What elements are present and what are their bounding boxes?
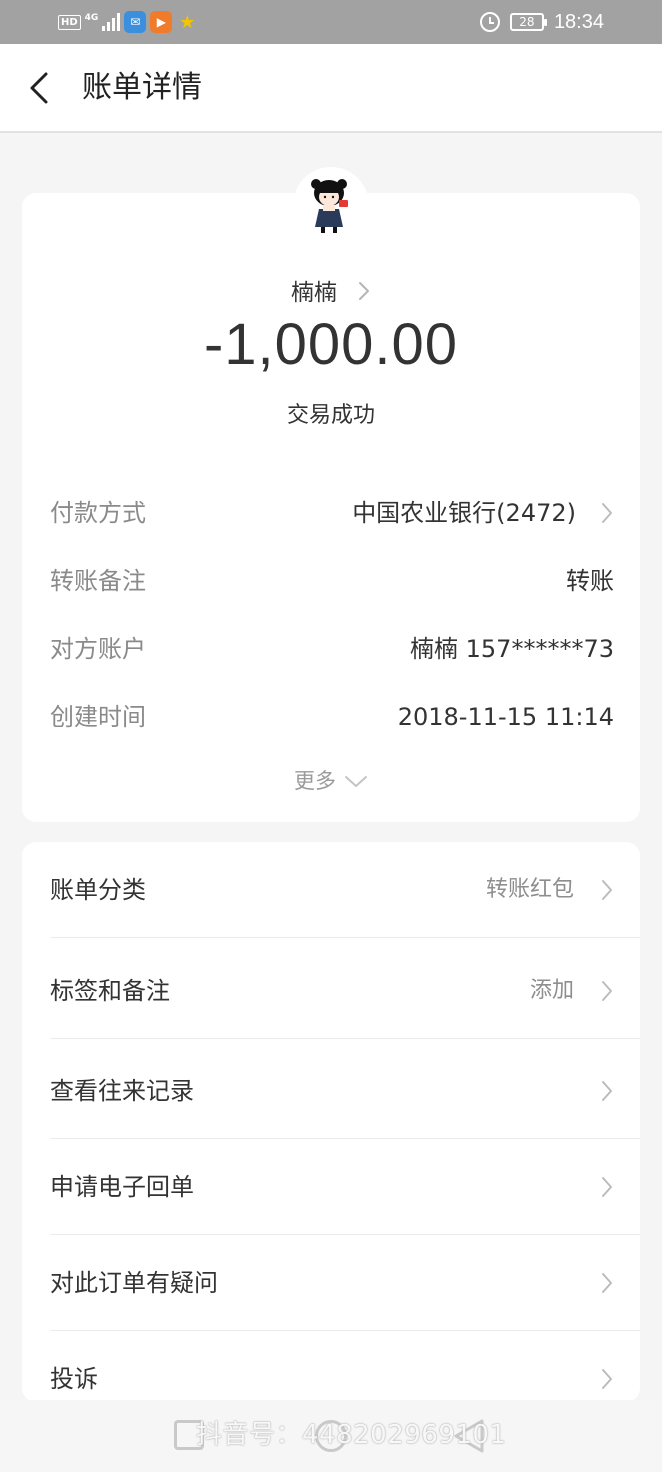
app-badge-icon: ✉	[124, 11, 147, 33]
divider	[50, 1038, 640, 1039]
menu-item-label: 对此订单有疑问	[50, 1269, 218, 1297]
menu-item-value: 添加	[529, 978, 574, 1003]
menu-item-e-receipt[interactable]: 申请电子回单	[22, 1139, 640, 1235]
detail-row-payment-method[interactable]: 付款方式 中国农业银行(2472)	[50, 493, 614, 533]
star-app-icon: ★	[179, 11, 196, 33]
transaction-amount: -1,000.00	[203, 312, 459, 377]
payee-name: 楠楠	[291, 280, 337, 306]
status-bar: HD 4G ✉ ▶ ★ 28 18:34	[0, 0, 662, 44]
system-navigation-bar: 抖音号：448202969101	[0, 1400, 662, 1472]
menu-item-view-history[interactable]: 查看往来记录	[22, 1043, 640, 1139]
page-title: 账单详情	[82, 70, 202, 105]
chevron-right-icon	[357, 280, 371, 308]
alarm-icon	[479, 12, 500, 32]
menu-item-label: 申请电子回单	[50, 1173, 194, 1201]
back-button[interactable]	[20, 64, 64, 112]
chevron-right-icon	[600, 1175, 614, 1203]
video-app-icon: ▶	[150, 11, 173, 33]
status-left-icons: HD 4G ✉ ▶ ★	[58, 10, 198, 34]
detail-label: 转账备注	[50, 567, 146, 595]
battery-icon: 28	[509, 13, 547, 31]
detail-label: 对方账户	[50, 635, 146, 663]
menu-item-label: 标签和备注	[50, 977, 170, 1005]
chevron-right-icon	[600, 979, 614, 1007]
chevron-right-icon	[600, 878, 614, 906]
bill-actions-menu: 账单分类 转账红包 标签和备注 添加 查看往来记录 申请电子回单 对此订单有疑问…	[22, 842, 640, 1402]
chevron-right-icon	[600, 1079, 614, 1107]
more-details-toggle[interactable]: 更多	[22, 765, 640, 795]
payee-name-link[interactable]: 楠楠	[22, 273, 640, 308]
watermark-text: 抖音号：448202969101	[196, 1420, 507, 1450]
app-header: 账单详情	[0, 44, 662, 133]
more-label: 更多	[294, 769, 336, 793]
menu-item-bill-category[interactable]: 账单分类 转账红包	[22, 842, 640, 938]
status-time: 18:34	[553, 10, 604, 33]
detail-row-counterparty-account: 对方账户 楠楠 157******73	[50, 629, 614, 669]
menu-item-complaint[interactable]: 投诉	[22, 1331, 640, 1402]
divider	[50, 937, 640, 938]
network-gen-label: 4G	[84, 13, 99, 23]
avatar-container[interactable]	[293, 167, 369, 243]
detail-value: 中国农业银行(2472)	[352, 499, 576, 527]
avatar	[311, 179, 348, 233]
signal-icon	[102, 13, 121, 31]
menu-item-label: 投诉	[50, 1365, 98, 1393]
detail-value: 楠楠 157******73	[410, 635, 614, 663]
chevron-down-icon	[344, 770, 368, 794]
status-right-icons: 28 18:34	[479, 9, 604, 35]
hd-icon: HD	[58, 14, 81, 30]
transaction-summary-card: 楠楠 -1,000.00 交易成功 付款方式 中国农业银行(2472) 转账备注…	[22, 167, 640, 822]
menu-item-order-question[interactable]: 对此订单有疑问	[22, 1235, 640, 1331]
chevron-right-icon	[600, 1271, 614, 1299]
detail-value: 转账	[566, 567, 614, 595]
detail-label: 创建时间	[50, 703, 146, 731]
detail-row-created-time: 创建时间 2018-11-15 11:14	[50, 697, 614, 737]
detail-label: 付款方式	[50, 499, 146, 527]
transaction-status: 交易成功	[286, 403, 375, 428]
menu-item-label: 查看往来记录	[50, 1077, 194, 1105]
chevron-left-icon	[30, 72, 48, 104]
menu-item-value: 转账红包	[485, 877, 574, 902]
menu-item-tags-notes[interactable]: 标签和备注 添加	[22, 943, 640, 1039]
chevron-right-icon	[600, 1367, 614, 1395]
detail-value: 2018-11-15 11:14	[397, 703, 614, 731]
menu-item-label: 账单分类	[50, 876, 146, 904]
detail-row-transfer-note: 转账备注 转账	[50, 561, 614, 601]
chevron-right-icon	[600, 501, 614, 529]
